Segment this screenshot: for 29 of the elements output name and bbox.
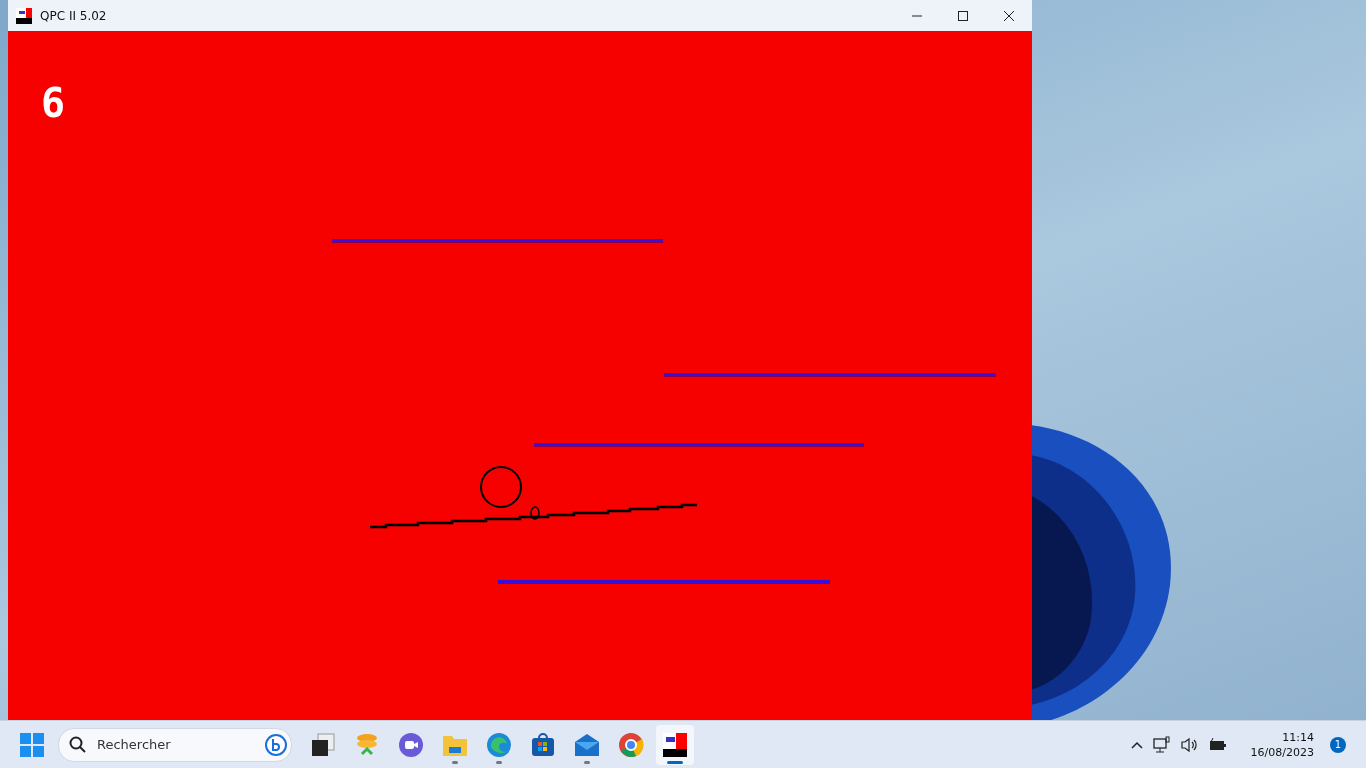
round-browser-icon (618, 731, 644, 758)
maximize-icon (958, 10, 968, 21)
clock-date: 16/08/2023 (1250, 744, 1314, 760)
chat-bubble-icon (265, 733, 287, 756)
browser-wave-icon (486, 731, 512, 758)
small-ring (530, 506, 540, 520)
stacked-squares-icon (310, 731, 336, 758)
search-icon (69, 735, 87, 754)
envelope-icon (574, 731, 600, 758)
video-chat-icon (398, 731, 424, 758)
ball (479, 465, 523, 509)
chevron-up-icon[interactable] (1130, 740, 1143, 749)
search-field[interactable]: Rechercher (95, 736, 257, 753)
speaker-icon[interactable] (1180, 736, 1199, 753)
close-icon (1004, 10, 1014, 21)
app-icon (16, 7, 32, 24)
search-bar[interactable]: Rechercher (58, 727, 292, 762)
battery-charging-icon[interactable] (1208, 737, 1227, 752)
window-title: QPC II 5.02 (40, 8, 107, 23)
app-icon (662, 731, 688, 758)
coins-icon (354, 731, 380, 758)
notification-count[interactable]: 1 (1330, 736, 1346, 753)
network-monitor-icon[interactable] (1152, 735, 1171, 754)
start-icon[interactable] (20, 732, 44, 757)
clock-time: 11:14 (1282, 729, 1314, 745)
shopping-bag-icon (530, 731, 556, 758)
clock[interactable]: 11:14 16/08/2023 (1250, 729, 1314, 760)
taskbar-app-button[interactable] (656, 724, 694, 765)
score: 6 (41, 83, 66, 123)
